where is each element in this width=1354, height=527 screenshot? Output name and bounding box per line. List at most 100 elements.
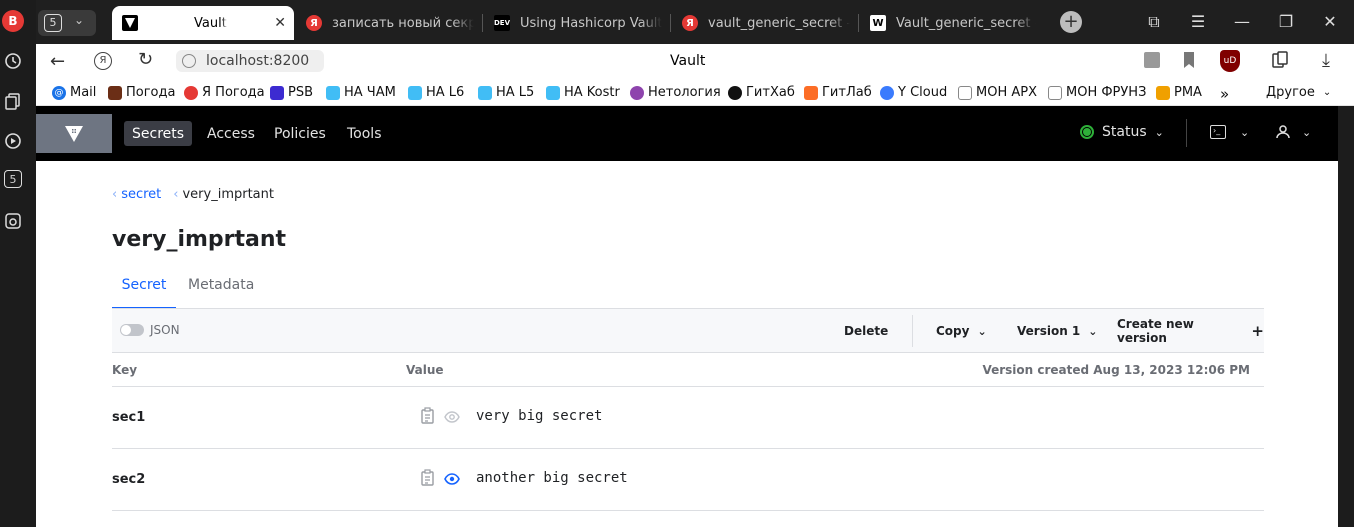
status-ok-icon bbox=[1080, 125, 1094, 139]
play-icon[interactable] bbox=[2, 130, 24, 152]
breadcrumb: ‹ secret ‹ very_imprtant bbox=[112, 187, 274, 202]
table-header: Key Value Version created Aug 13, 2023 1… bbox=[112, 354, 1264, 387]
profile-avatar[interactable]: B bbox=[2, 10, 24, 32]
bookmark-label: МОН ФРУНЗ bbox=[1066, 85, 1147, 100]
copy-value-icon[interactable] bbox=[420, 469, 436, 491]
vault-home-logo[interactable] bbox=[36, 114, 112, 153]
github-icon bbox=[728, 85, 742, 100]
copy-menu[interactable]: Copy ⌄ bbox=[936, 309, 987, 353]
bookmark-mail[interactable]: @ Mail bbox=[52, 85, 96, 100]
browser-sidebar: B 5 bbox=[0, 0, 36, 527]
secret-title: very_imprtant bbox=[112, 227, 287, 252]
yandex-home-icon[interactable]: Я bbox=[94, 52, 112, 70]
other-bookmarks-folder[interactable]: Другое ⌄ bbox=[1266, 85, 1331, 100]
bookmark-ya-pogoda[interactable]: Я Погода bbox=[184, 85, 265, 100]
tab-yandex-vault-generic[interactable]: Я vault_generic_secret — bbox=[682, 6, 850, 40]
bookmark-mon-arh[interactable]: МОН АРХ bbox=[958, 85, 1037, 100]
vault-logo-icon bbox=[65, 125, 83, 142]
ublock-icon[interactable]: uD bbox=[1220, 50, 1240, 72]
bookmark-pogoda[interactable]: Погода bbox=[108, 85, 175, 100]
tab-vault[interactable]: Vault ✕ bbox=[112, 6, 294, 40]
bookmark-netology[interactable]: Нетология bbox=[630, 85, 721, 100]
bookmark-label: НА Kostr bbox=[564, 85, 620, 100]
yandex-icon: Я bbox=[682, 15, 698, 31]
nav-policies[interactable]: Policies bbox=[266, 121, 334, 146]
status-menu[interactable]: Status ⌄ bbox=[1080, 124, 1164, 140]
bookmark-ha-kostr[interactable]: НА Kostr bbox=[546, 85, 620, 100]
history-icon[interactable] bbox=[2, 50, 24, 72]
umbrella-icon bbox=[184, 85, 198, 100]
bookmark-y-cloud[interactable]: Y Cloud bbox=[880, 85, 947, 100]
bookmark-psb[interactable]: PSB bbox=[270, 85, 313, 100]
other-bookmarks-label: Другое bbox=[1266, 85, 1315, 100]
bookmark-label: Я Погода bbox=[202, 85, 265, 100]
nav-secrets[interactable]: Secrets bbox=[124, 121, 193, 146]
bookmark-github[interactable]: ГитХаб bbox=[728, 85, 795, 100]
bookmark-pma[interactable]: PMA bbox=[1156, 85, 1202, 100]
breadcrumb-secret[interactable]: secret bbox=[121, 187, 161, 202]
user-menu[interactable]: ⌄ bbox=[1276, 125, 1311, 139]
chevron-down-icon: ⌄ bbox=[74, 13, 85, 27]
console-menu[interactable]: ›_ ⌄ bbox=[1210, 125, 1249, 139]
nav-tools[interactable]: Tools bbox=[339, 121, 390, 146]
close-window-icon[interactable]: ✕ bbox=[1318, 12, 1342, 31]
screenshot-icon[interactable] bbox=[2, 210, 24, 232]
create-new-version-button[interactable]: Create new version + bbox=[1117, 309, 1264, 353]
bookmark-ha-cham[interactable]: НА ЧАМ bbox=[326, 85, 396, 100]
tab-title: Vault_generic_secret - T bbox=[896, 15, 1036, 31]
tab-secret[interactable]: Secret bbox=[112, 269, 176, 309]
version-label: Version 1 bbox=[1017, 324, 1081, 338]
bookmark-label: Погода bbox=[126, 85, 176, 100]
home-assistant-icon bbox=[408, 85, 422, 100]
secret-key: sec2 bbox=[112, 472, 146, 487]
user-icon bbox=[1276, 125, 1290, 139]
bookmark-ha-l5[interactable]: НА L5 bbox=[478, 85, 534, 100]
back-icon[interactable]: ← bbox=[50, 51, 65, 72]
status-label: Status bbox=[1102, 124, 1147, 140]
bookmark-icon[interactable] bbox=[1182, 51, 1196, 73]
version-menu[interactable]: Version 1 ⌄ bbox=[1017, 309, 1097, 353]
maximize-icon[interactable]: ❐ bbox=[1274, 12, 1298, 31]
reveal-eye-icon[interactable] bbox=[444, 471, 460, 490]
tab-metadata[interactable]: Metadata bbox=[188, 269, 254, 309]
bookmark-ha-l6[interactable]: НА L6 bbox=[408, 85, 464, 100]
chevron-down-icon: ⌄ bbox=[1154, 125, 1164, 139]
json-toggle[interactable]: JSON bbox=[120, 323, 180, 337]
tab-dev-to[interactable]: DEV Using Hashicorp Vault to bbox=[494, 6, 662, 40]
home-assistant-icon bbox=[326, 85, 340, 100]
home-assistant-icon bbox=[478, 85, 492, 100]
breadcrumb-chevron-icon: ‹ bbox=[112, 187, 118, 202]
copy-value-icon[interactable] bbox=[420, 407, 436, 429]
collections-icon[interactable] bbox=[2, 90, 24, 112]
translate-icon[interactable] bbox=[1144, 52, 1160, 68]
bookmark-gitlab[interactable]: ГитЛаб bbox=[804, 85, 872, 100]
yandex-icon: Я bbox=[306, 15, 322, 31]
url-field[interactable]: localhost:8200 bbox=[176, 50, 324, 72]
bookmark-label: НА ЧАМ bbox=[344, 85, 396, 100]
bookmarks-more-button[interactable]: » bbox=[1220, 85, 1229, 103]
page-icon bbox=[1048, 85, 1062, 100]
tab-counter-button[interactable]: 5 ⌄ bbox=[38, 10, 96, 36]
tab-wikipedia[interactable]: W Vault_generic_secret - T bbox=[870, 6, 1036, 40]
reload-icon[interactable]: ↻ bbox=[138, 49, 153, 70]
delete-button[interactable]: Delete bbox=[844, 309, 888, 353]
download-icon[interactable]: ⤓ bbox=[1322, 50, 1330, 71]
collections-icon[interactable]: ⧉ bbox=[1142, 12, 1166, 32]
bookmark-label: ГитХаб bbox=[746, 85, 795, 100]
number-five-icon[interactable]: 5 bbox=[4, 170, 22, 188]
menu-icon[interactable]: ☰ bbox=[1186, 12, 1210, 31]
version-created-text: Version created Aug 13, 2023 12:06 PM bbox=[982, 363, 1250, 377]
bookmark-label: НА L6 bbox=[426, 85, 465, 100]
chevron-down-icon: ⌄ bbox=[1240, 125, 1250, 139]
tab-yandex-search[interactable]: Я записать новый секрет bbox=[306, 6, 474, 40]
nav-access[interactable]: Access bbox=[199, 121, 263, 146]
extensions-icon[interactable] bbox=[1270, 50, 1290, 74]
value-header: Value bbox=[406, 363, 444, 377]
new-tab-button[interactable]: + bbox=[1060, 11, 1082, 33]
close-tab-icon[interactable]: ✕ bbox=[274, 15, 286, 31]
minimize-icon[interactable]: — bbox=[1230, 12, 1254, 31]
bookmark-label: PMA bbox=[1174, 85, 1202, 100]
reveal-eye-icon[interactable] bbox=[444, 409, 460, 428]
site-info-icon[interactable] bbox=[182, 54, 196, 68]
bookmark-mon-frunz[interactable]: МОН ФРУНЗ bbox=[1048, 85, 1146, 100]
